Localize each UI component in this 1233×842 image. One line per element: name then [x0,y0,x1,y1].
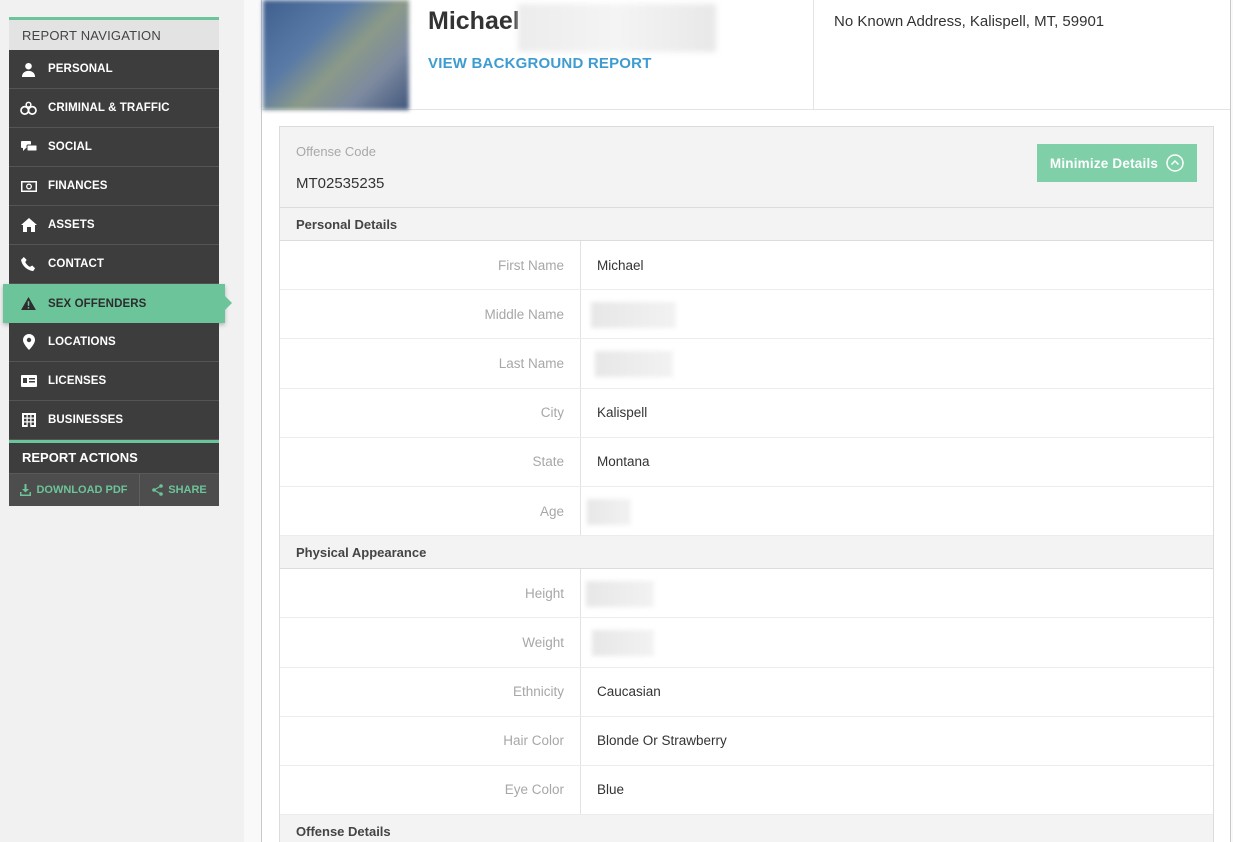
detail-row: Middle Name [280,290,1213,340]
detail-label: Hair Color [280,716,581,765]
nav-item-contact[interactable]: CONTACT [9,245,219,284]
warning-icon [20,295,37,312]
person-address: No Known Address, Kalispell, MT, 59901 [834,13,1105,30]
offense-details-heading: Offense Details [280,815,1213,842]
offense-code-value: MT02535235 [296,175,385,192]
download-icon [20,484,32,496]
detail-label: Eye Color [280,765,581,815]
person-photo [263,0,409,110]
redacted-value [591,302,676,329]
report-sidebar: REPORT NAVIGATION PERSONAL CRIMINAL & TR… [3,17,232,506]
nav-item-label: FINANCES [48,180,108,192]
nav-item-assets[interactable]: ASSETS [9,206,219,245]
detail-label: Age [280,486,581,536]
detail-row: Ethnicity Caucasian [280,667,1213,717]
detail-label: State [280,437,581,486]
detail-value: Blonde Or Strawberry [597,733,727,749]
report-actions-row: DOWNLOAD PDF SHARE [9,473,219,506]
detail-row: Hair Color Blonde Or Strawberry [280,716,1213,766]
detail-label: Weight [280,618,581,667]
download-pdf-button[interactable]: DOWNLOAD PDF [9,474,139,506]
main-content: Michael VIEW BACKGROUND REPORT No Known … [244,0,1233,842]
share-button[interactable]: SHARE [139,474,219,506]
nav-item-label: ASSETS [48,219,95,231]
detail-value: Montana [597,454,650,470]
money-icon [20,178,37,195]
nav-item-locations[interactable]: LOCATIONS [9,323,219,362]
report-actions-title: REPORT ACTIONS [9,440,219,473]
detail-value [581,618,1213,666]
id-card-icon [20,373,37,390]
detail-row: Height [280,569,1213,619]
detail-value [581,487,1213,535]
detail-row: Eye Color Blue [280,765,1213,816]
redacted-value [586,581,654,608]
redacted-last-name [518,4,716,52]
redacted-value [587,498,631,525]
detail-label: Height [280,569,581,618]
detail-value: Michael [597,257,644,273]
nav-item-label: CRIMINAL & TRAFFIC [48,102,170,114]
share-icon [152,484,164,496]
chevron-up-circle-icon [1166,154,1184,172]
view-background-report-link[interactable]: VIEW BACKGROUND REPORT [428,55,652,72]
detail-row: Age [280,486,1213,537]
nav-item-criminal-traffic[interactable]: CRIMINAL & TRAFFIC [9,89,219,128]
nav-item-label: CONTACT [48,258,105,270]
home-icon [20,217,37,234]
personal-details-heading: Personal Details [280,208,1213,241]
detail-value: Blue [597,782,625,798]
person-first-name: Michael [428,7,520,35]
detail-label: Ethnicity [280,667,581,716]
report-navigation-title: REPORT NAVIGATION [9,17,219,50]
minimize-details-label: Minimize Details [1049,155,1159,171]
detail-row: State Montana [280,437,1213,487]
detail-value [581,290,1213,338]
nav-item-label: SEX OFFENDERS [48,297,147,310]
physical-appearance-heading: Physical Appearance [280,536,1213,570]
report-frame: Michael VIEW BACKGROUND REPORT No Known … [261,0,1231,842]
minimize-details-button[interactable]: Minimize Details [1037,144,1197,182]
offense-code-label: Offense Code [296,144,376,159]
nav-item-sex-offenders[interactable]: SEX OFFENDERS [3,284,232,323]
nav-item-licenses[interactable]: LICENSES [9,362,219,401]
nav-item-label: LOCATIONS [48,336,116,348]
detail-label: Last Name [280,339,581,388]
nav-item-finances[interactable]: FINANCES [9,167,219,206]
detail-row: City Kalispell [280,388,1213,438]
nav-item-label: BUSINESSES [48,414,124,426]
detail-label: City [280,388,581,437]
detail-row: Weight [280,618,1213,668]
offender-record: Offense Code MT02535235 Minimize Details… [279,126,1214,842]
detail-value [581,569,1213,617]
person-header: Michael VIEW BACKGROUND REPORT No Known … [262,0,1230,110]
handcuffs-icon [20,100,37,117]
nav-item-label: LICENSES [48,375,107,387]
map-pin-icon [20,334,37,351]
detail-row: Last Name [280,339,1213,389]
detail-row: First Name Michael [280,241,1213,291]
nav-item-personal[interactable]: PERSONAL [9,50,219,89]
share-label: SHARE [168,484,207,496]
download-pdf-label: DOWNLOAD PDF [36,484,128,496]
building-icon [20,412,37,429]
detail-label: Middle Name [280,290,581,339]
chat-icon [20,139,37,156]
detail-value [581,339,1213,387]
person-icon [20,61,37,78]
nav-item-label: PERSONAL [48,63,113,75]
offense-summary: Offense Code MT02535235 Minimize Details [280,127,1213,208]
redacted-value [595,351,673,378]
nav-item-social[interactable]: SOCIAL [9,128,219,167]
nav-item-label: SOCIAL [48,141,93,153]
nav-item-businesses[interactable]: BUSINESSES [9,401,219,440]
detail-value: Kalispell [597,405,648,421]
phone-icon [20,256,37,273]
detail-label: First Name [280,241,581,290]
header-divider [813,0,814,110]
detail-value: Caucasian [597,684,661,700]
redacted-value [592,630,654,657]
